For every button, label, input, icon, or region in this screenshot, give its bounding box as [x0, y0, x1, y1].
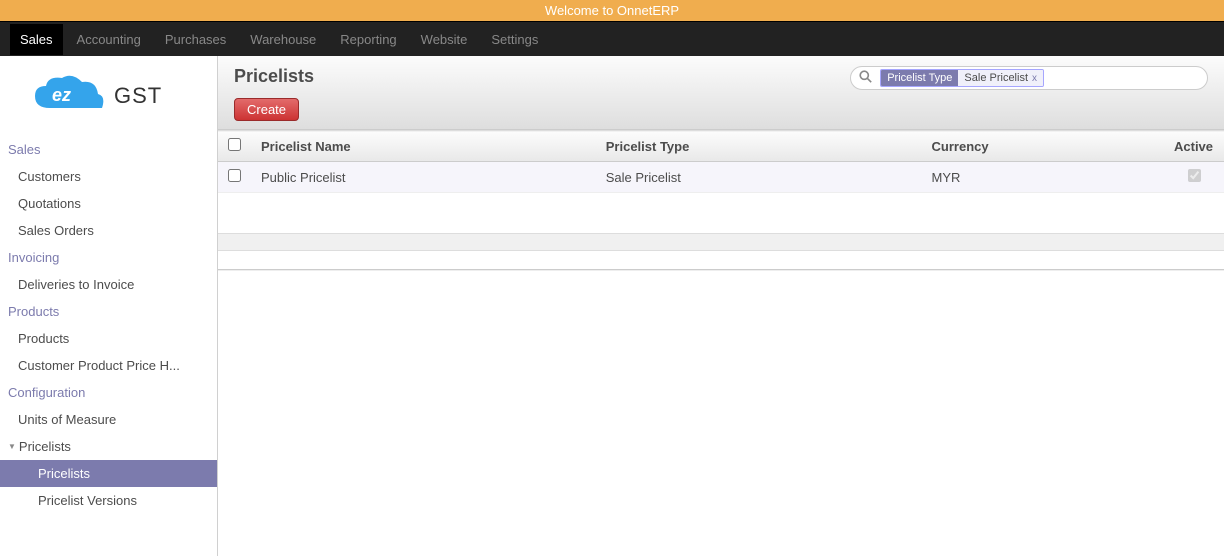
nav-reporting[interactable]: Reporting — [330, 24, 406, 55]
column-header-type[interactable]: Pricelist Type — [596, 131, 922, 162]
bottom-separator — [218, 269, 1224, 271]
top-navigation: Sales Accounting Purchases Warehouse Rep… — [0, 22, 1224, 56]
cell-active-checkbox — [1188, 169, 1201, 182]
svg-text:ez: ez — [52, 85, 71, 105]
sidebar-section-invoicing[interactable]: Invoicing — [0, 244, 217, 271]
sidebar-item-deliveries-to-invoice[interactable]: Deliveries to Invoice — [0, 271, 217, 298]
column-header-active[interactable]: Active — [1164, 131, 1224, 162]
cloud-icon: ez — [30, 74, 106, 118]
view-header: Pricelists Pricelist Type Sale Pricelist… — [218, 56, 1224, 130]
create-button[interactable]: Create — [234, 98, 299, 121]
pricelist-table: Pricelist Name Pricelist Type Currency A… — [218, 130, 1224, 193]
nav-website[interactable]: Website — [411, 24, 478, 55]
welcome-banner: Welcome to OnnetERP — [0, 0, 1224, 22]
select-all-checkbox[interactable] — [228, 138, 241, 151]
nav-purchases[interactable]: Purchases — [155, 24, 236, 55]
sidebar-item-customer-product-price-history[interactable]: Customer Product Price H... — [0, 352, 217, 379]
main-content: Pricelists Pricelist Type Sale Pricelist… — [218, 56, 1224, 556]
nav-settings[interactable]: Settings — [481, 24, 548, 55]
cell-currency: MYR — [922, 162, 1164, 193]
search-box[interactable]: Pricelist Type Sale Pricelist x — [850, 66, 1208, 90]
search-facet-category: Pricelist Type — [881, 70, 958, 86]
sidebar-item-products[interactable]: Products — [0, 325, 217, 352]
page-title: Pricelists — [234, 66, 314, 87]
sidebar-item-sales-orders[interactable]: Sales Orders — [0, 217, 217, 244]
column-header-name[interactable]: Pricelist Name — [251, 131, 596, 162]
sidebar-item-label: Pricelists — [19, 439, 71, 454]
nav-accounting[interactable]: Accounting — [67, 24, 151, 55]
sidebar-item-pricelists-parent[interactable]: ▼ Pricelists — [0, 433, 217, 460]
sidebar: ez GST Sales Customers Quotations Sales … — [0, 56, 218, 556]
nav-warehouse[interactable]: Warehouse — [240, 24, 326, 55]
sidebar-item-quotations[interactable]: Quotations — [0, 190, 217, 217]
cell-type: Sale Pricelist — [596, 162, 922, 193]
caret-down-icon: ▼ — [8, 442, 16, 451]
cell-name: Public Pricelist — [251, 162, 596, 193]
table-row[interactable]: Public Pricelist Sale Pricelist MYR — [218, 162, 1224, 193]
sidebar-section-configuration[interactable]: Configuration — [0, 379, 217, 406]
sidebar-item-pricelists[interactable]: Pricelists — [0, 460, 217, 487]
sidebar-item-pricelist-versions[interactable]: Pricelist Versions — [0, 487, 217, 514]
table-footer-bar — [218, 233, 1224, 251]
sidebar-item-units-of-measure[interactable]: Units of Measure — [0, 406, 217, 433]
welcome-banner-text: Welcome to OnnetERP — [545, 3, 679, 18]
logo-text: GST — [114, 83, 162, 109]
search-input[interactable] — [1048, 71, 1203, 85]
search-facet-remove[interactable]: x — [1032, 73, 1037, 84]
nav-sales[interactable]: Sales — [10, 24, 63, 55]
search-facet-value: Sale Pricelist — [964, 72, 1028, 84]
row-select-checkbox[interactable] — [228, 169, 241, 182]
sidebar-section-products[interactable]: Products — [0, 298, 217, 325]
column-header-currency[interactable]: Currency — [922, 131, 1164, 162]
search-icon — [855, 70, 876, 86]
sidebar-section-sales[interactable]: Sales — [0, 136, 217, 163]
logo[interactable]: ez GST — [0, 56, 217, 136]
search-facet[interactable]: Pricelist Type Sale Pricelist x — [880, 69, 1044, 87]
sidebar-item-customers[interactable]: Customers — [0, 163, 217, 190]
